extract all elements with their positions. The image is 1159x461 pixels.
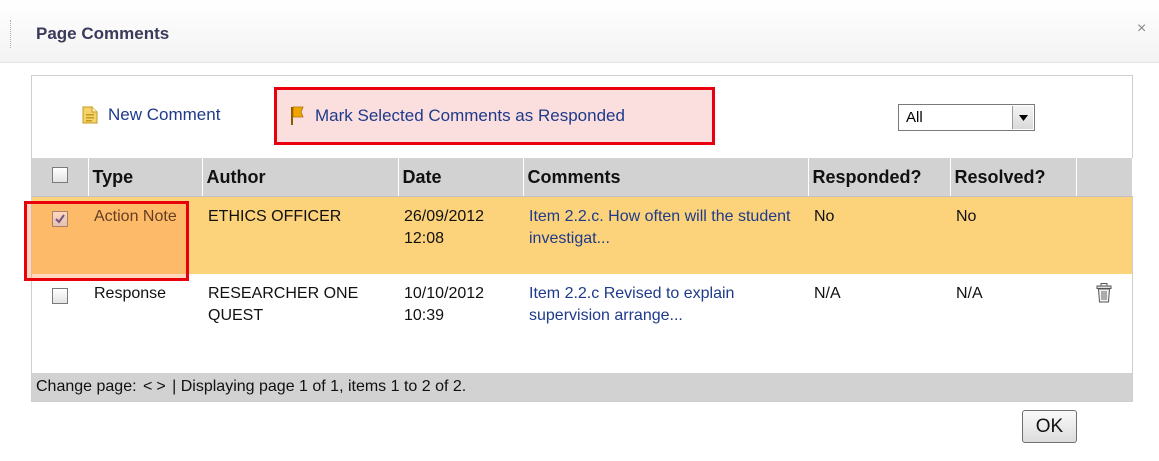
table-row[interactable]: Action Note ETHICS OFFICER 26/09/2012 12… xyxy=(32,196,1132,274)
row-checkbox[interactable] xyxy=(52,288,68,304)
mark-responded-label: Mark Selected Comments as Responded xyxy=(315,106,625,125)
column-header-responded[interactable]: Responded? xyxy=(808,158,951,197)
row-select-cell xyxy=(32,274,88,370)
row-author: RESEARCHER ONE QUEST xyxy=(202,274,398,370)
trash-icon[interactable] xyxy=(1096,283,1112,310)
flag-icon xyxy=(291,106,304,125)
column-header-date[interactable]: Date xyxy=(398,158,524,197)
row-checkbox[interactable] xyxy=(52,211,68,227)
table-row[interactable]: Response RESEARCHER ONE QUEST 10/10/2012… xyxy=(32,274,1132,370)
dialog-title: Page Comments xyxy=(36,24,170,43)
dropdown-arrow-icon[interactable] xyxy=(1012,106,1033,129)
pager-prefix: Change page: xyxy=(36,378,137,395)
table-header-row: Type Author Date Comments Responded? Res… xyxy=(32,158,1133,197)
select-all-checkbox[interactable] xyxy=(51,166,68,183)
pager-next-link[interactable]: > xyxy=(156,378,165,396)
ok-button[interactable]: OK xyxy=(1022,410,1077,443)
comments-panel: New Comment Mark Selected Comments as Re… xyxy=(31,75,1133,402)
close-icon[interactable]: × xyxy=(1137,20,1146,38)
row-comment-cell: Item 2.2.c Revised to explain supervisio… xyxy=(523,274,808,370)
row-select-cell xyxy=(32,196,88,274)
column-header-author[interactable]: Author xyxy=(202,158,399,197)
new-comment-icon xyxy=(82,106,98,124)
new-comment-link[interactable]: New Comment xyxy=(82,105,220,125)
row-resolved: No xyxy=(950,196,1076,274)
filter-selected-value: All xyxy=(906,109,923,126)
dialog-header: Page Comments × xyxy=(0,0,1159,63)
row-responded: N/A xyxy=(808,274,950,370)
grip-handle-icon[interactable] xyxy=(10,20,13,48)
column-header-comments[interactable]: Comments xyxy=(523,158,809,197)
row-actions xyxy=(1076,274,1132,370)
row-date: 26/09/2012 12:08 xyxy=(398,196,523,274)
checkmark-icon xyxy=(55,214,65,224)
column-header-resolved[interactable]: Resolved? xyxy=(950,158,1077,197)
mark-responded-button[interactable]: Mark Selected Comments as Responded xyxy=(274,87,715,145)
pager-bar: Change page: < > | Displaying page 1 of … xyxy=(32,373,1132,401)
row-actions xyxy=(1076,196,1132,274)
pager-status: Displaying page 1 of 1, items 1 to 2 of … xyxy=(180,378,467,395)
toolbar: New Comment Mark Selected Comments as Re… xyxy=(32,76,1132,158)
row-comment-cell: Item 2.2.c. How often will the student i… xyxy=(523,196,808,274)
row-resolved: N/A xyxy=(950,274,1076,370)
row-type: Action Note xyxy=(88,196,202,274)
row-author: ETHICS OFFICER xyxy=(202,196,398,274)
filter-dropdown[interactable]: All xyxy=(898,104,1035,131)
comments-table: Type Author Date Comments Responded? Res… xyxy=(32,158,1133,370)
column-header-type[interactable]: Type xyxy=(88,158,203,197)
row-comment-link[interactable]: Item 2.2.c. How often will the student i… xyxy=(529,208,790,247)
pager-separator: | xyxy=(172,378,177,395)
column-header-actions xyxy=(1076,158,1133,197)
select-all-header[interactable] xyxy=(32,158,89,197)
new-comment-label: New Comment xyxy=(108,105,221,124)
row-type: Response xyxy=(88,274,202,370)
row-date: 10/10/2012 10:39 xyxy=(398,274,523,370)
pager-prev-link[interactable]: < xyxy=(143,378,152,396)
row-responded: No xyxy=(808,196,950,274)
row-comment-link[interactable]: Item 2.2.c Revised to explain supervisio… xyxy=(529,285,734,324)
